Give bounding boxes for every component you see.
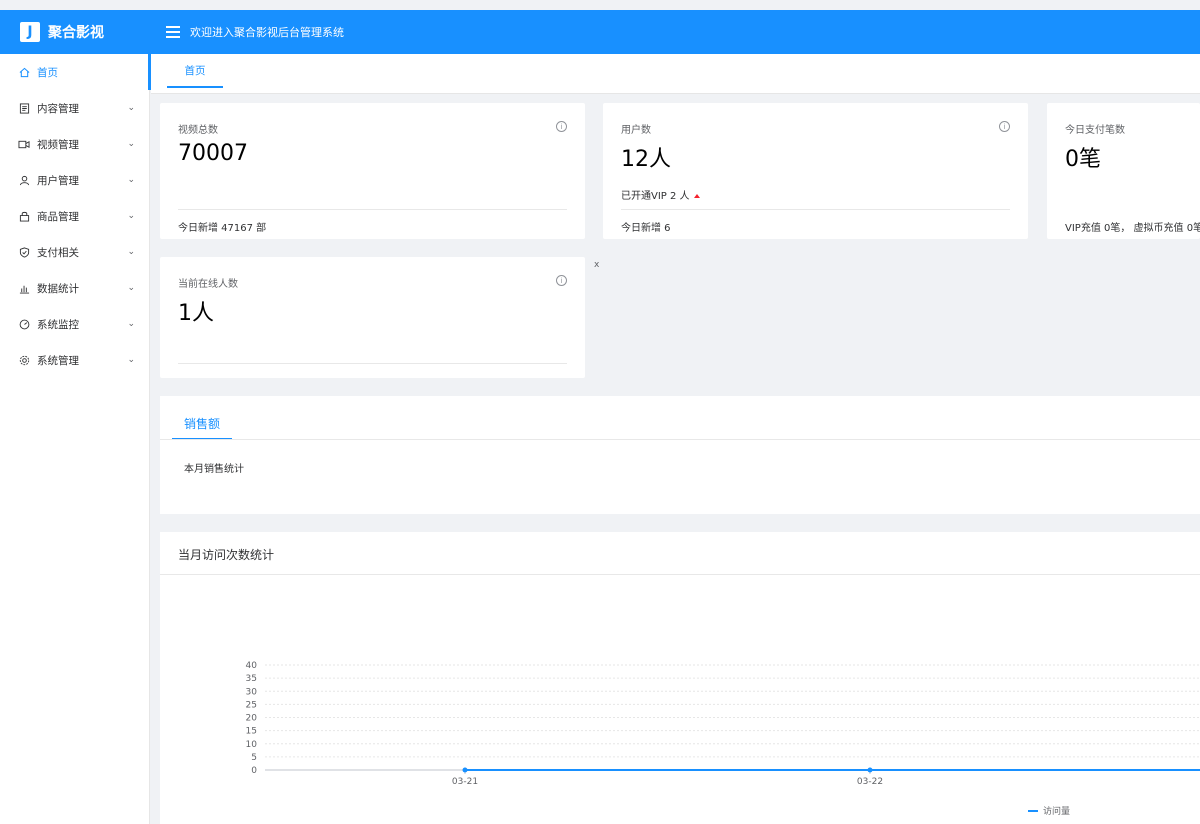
sidebar-item-users[interactable]: 用户管理 ⌄ <box>0 162 149 198</box>
sales-panel: 销售额 本月销售统计 <box>160 396 1200 514</box>
card-online-users: 当前在线人数 i 1人 <box>160 257 585 378</box>
card-value: 12人 <box>621 147 671 172</box>
sidebar-item-label: 首页 <box>37 66 58 79</box>
legend-swatch <box>1028 809 1038 812</box>
card-title: 视频总数 <box>178 125 218 136</box>
y-tick-label: 10 <box>246 740 258 750</box>
sidebar-item-monitor[interactable]: 系统监控 ⌄ <box>0 306 149 342</box>
data-point <box>867 767 873 773</box>
visits-panel: 当月访问次数统计 0 5 10 15 20 25 30 35 40 03-21 03-22 访问量 <box>160 532 1200 824</box>
sidebar-item-payment[interactable]: 支付相关 ⌄ <box>0 234 149 270</box>
card-value: 1人 <box>178 301 214 326</box>
tab-home[interactable]: 首页 <box>167 54 223 88</box>
divider <box>178 363 567 364</box>
sidebar-item-video[interactable]: 视频管理 ⌄ <box>0 126 149 162</box>
divider <box>621 209 1010 210</box>
brand-name: 聚合影视 <box>48 25 104 41</box>
vip-count: 已开通VIP 2 人 <box>621 187 700 202</box>
card-user-count: 用户数 i 12人 已开通VIP 2 人 今日新增 6 <box>603 103 1028 239</box>
info-icon[interactable]: i <box>556 275 567 286</box>
welcome-text: 欢迎进入聚合影视后台管理系统 <box>190 26 344 39</box>
card-title: 今日支付笔数 <box>1065 125 1125 136</box>
card-value: 0笔 <box>1065 147 1101 172</box>
y-tick-label: 0 <box>251 766 257 776</box>
card-footer: 今日新增 47167 部 <box>178 223 267 234</box>
bar-chart-icon <box>18 282 30 294</box>
chevron-down-icon: ⌄ <box>127 211 135 221</box>
menu-toggle-icon[interactable] <box>166 26 180 38</box>
y-tick-label: 25 <box>246 700 257 710</box>
card-video-total: 视频总数 i 70007 今日新增 47167 部 <box>160 103 585 239</box>
chevron-down-icon: ⌄ <box>127 103 135 113</box>
sidebar-item-label: 用户管理 <box>37 174 79 187</box>
sidebar-item-system[interactable]: 系统管理 ⌄ <box>0 342 149 378</box>
card-payments-today: 今日支付笔数 0笔 VIP充值 0笔， 虚拟币充值 0笔 <box>1047 103 1200 239</box>
x-tick-label: 03-22 <box>857 777 883 787</box>
tab-sales[interactable]: 销售额 <box>172 408 232 440</box>
shield-icon <box>18 246 30 258</box>
vip-count-text: 已开通VIP 2 人 <box>621 191 690 202</box>
card-title: 当前在线人数 <box>178 279 238 290</box>
sidebar-item-label: 商品管理 <box>37 210 79 223</box>
y-tick-label: 35 <box>246 674 257 684</box>
sidebar-item-goods[interactable]: 商品管理 ⌄ <box>0 198 149 234</box>
sidebar-item-content[interactable]: 内容管理 ⌄ <box>0 90 149 126</box>
card-value: 70007 <box>178 141 248 166</box>
sidebar-item-stats[interactable]: 数据统计 ⌄ <box>0 270 149 306</box>
chevron-down-icon: ⌄ <box>127 319 135 329</box>
info-icon[interactable]: i <box>556 121 567 132</box>
chevron-down-icon: ⌄ <box>127 355 135 365</box>
chevron-down-icon: ⌄ <box>127 175 135 185</box>
sidebar-item-label: 内容管理 <box>37 102 79 115</box>
y-tick-label: 5 <box>251 753 257 763</box>
x-tick-label: 03-21 <box>452 777 478 787</box>
sidebar: 首页 内容管理 ⌄ 视频管理 ⌄ 用户管理 ⌄ 商品管理 ⌄ 支付相关 ⌄ 数据… <box>0 54 151 824</box>
chevron-down-icon: ⌄ <box>127 139 135 149</box>
brand[interactable]: J 聚合影视 <box>0 22 150 42</box>
up-arrow-icon <box>693 194 700 198</box>
chevron-down-icon: ⌄ <box>127 247 135 257</box>
y-tick-label: 15 <box>246 727 257 737</box>
legend-label: 访问量 <box>1043 807 1071 817</box>
close-icon[interactable]: x <box>594 260 599 270</box>
y-tick-label: 20 <box>246 714 258 724</box>
info-icon[interactable]: i <box>999 121 1010 132</box>
sidebar-item-label: 视频管理 <box>37 138 79 151</box>
sales-subtitle: 本月销售统计 <box>184 464 244 475</box>
data-point <box>462 767 468 773</box>
sidebar-item-label: 支付相关 <box>37 246 79 259</box>
sidebar-item-label: 系统管理 <box>37 354 79 367</box>
card-title: 用户数 <box>621 125 651 136</box>
card-footer: 今日新增 6 <box>621 223 671 234</box>
gear-icon <box>18 354 30 366</box>
tabs-bar: 首页 <box>151 54 1200 94</box>
user-icon <box>18 174 30 186</box>
divider <box>160 439 1200 440</box>
logo: J <box>20 22 40 42</box>
document-icon <box>18 102 30 114</box>
home-icon <box>18 66 30 78</box>
visits-line-chart: 0 5 10 15 20 25 30 35 40 03-21 03-22 <box>246 661 1200 787</box>
video-icon <box>18 138 30 150</box>
chart-legend[interactable]: 访问量 <box>1028 804 1070 817</box>
y-tick-label: 30 <box>246 687 258 697</box>
card-footer: VIP充值 0笔， 虚拟币充值 0笔 <box>1065 223 1200 234</box>
divider <box>178 209 567 210</box>
gauge-icon <box>18 318 30 330</box>
shop-icon <box>18 210 30 222</box>
chevron-down-icon: ⌄ <box>127 283 135 293</box>
sidebar-item-label: 数据统计 <box>37 282 79 295</box>
sidebar-item-home[interactable]: 首页 <box>0 54 151 90</box>
y-tick-label: 40 <box>246 661 258 671</box>
sidebar-item-label: 系统监控 <box>37 318 79 331</box>
top-header: J 聚合影视 欢迎进入聚合影视后台管理系统 <box>0 10 1200 54</box>
